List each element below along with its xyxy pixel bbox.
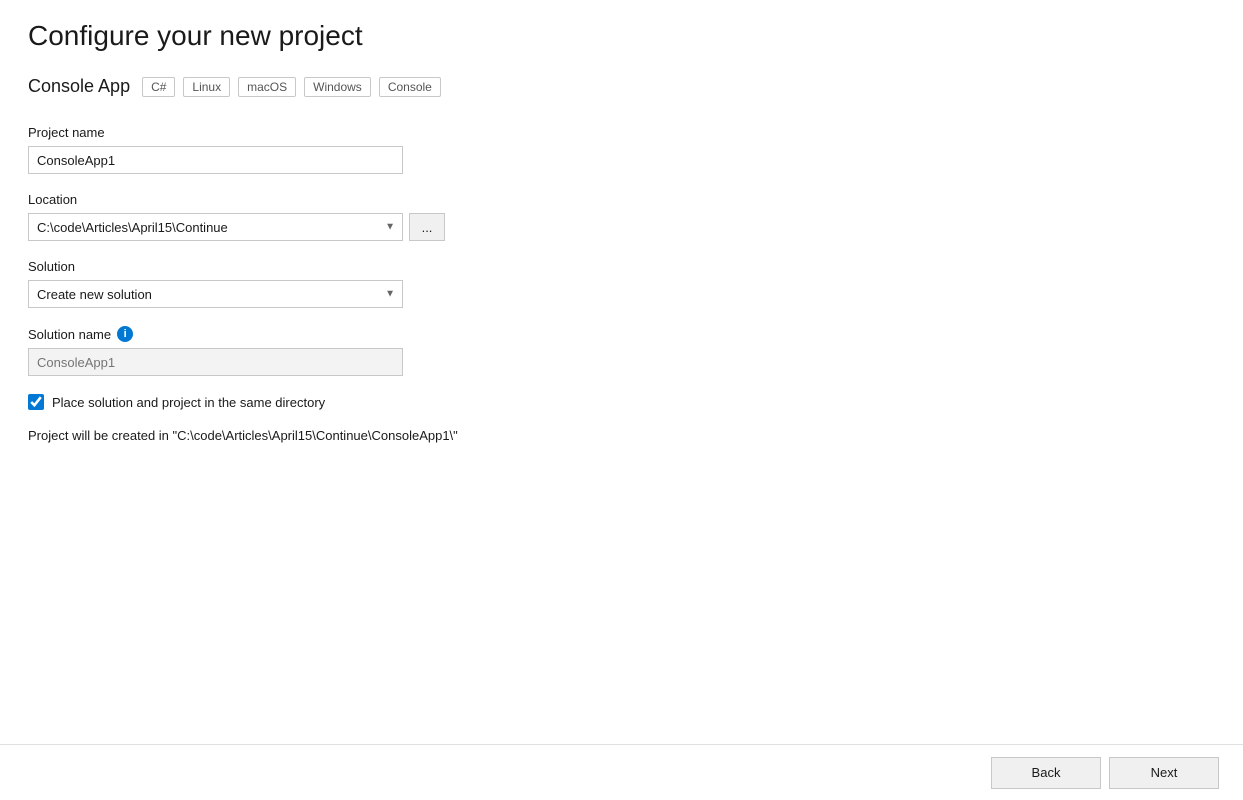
next-button[interactable]: Next — [1109, 757, 1219, 789]
tag-linux: Linux — [183, 77, 230, 97]
back-button[interactable]: Back — [991, 757, 1101, 789]
bottom-bar: Back Next — [0, 744, 1243, 800]
page-title: Configure your new project — [28, 20, 1215, 52]
project-name-input[interactable] — [28, 146, 403, 174]
same-directory-row: Place solution and project in the same d… — [28, 394, 1215, 410]
solution-name-input[interactable] — [28, 348, 403, 376]
tag-macos: macOS — [238, 77, 296, 97]
project-name-section: Project name — [28, 125, 1215, 174]
solution-select[interactable]: Create new solutionAdd to solution — [28, 280, 403, 308]
app-type-name: Console App — [28, 76, 130, 97]
main-container: Configure your new project Console App C… — [0, 0, 1243, 800]
browse-button[interactable]: ... — [409, 213, 445, 241]
same-directory-label[interactable]: Place solution and project in the same d… — [52, 395, 325, 410]
solution-name-info-icon[interactable]: i — [117, 326, 133, 342]
location-label: Location — [28, 192, 1215, 207]
project-path-info: Project will be created in "C:\code\Arti… — [28, 428, 1215, 443]
solution-label: Solution — [28, 259, 1215, 274]
solution-name-label: Solution name i — [28, 326, 1215, 342]
location-row: C:\code\Articles\April15\Continue ▼ ... — [28, 213, 1215, 241]
tag-csharp: C# — [142, 77, 175, 97]
tag-windows: Windows — [304, 77, 371, 97]
location-select[interactable]: C:\code\Articles\April15\Continue — [28, 213, 403, 241]
app-type-row: Console App C# Linux macOS Windows Conso… — [28, 76, 1215, 97]
project-name-label: Project name — [28, 125, 1215, 140]
solution-section: Solution Create new solutionAdd to solut… — [28, 259, 1215, 308]
location-select-wrapper: C:\code\Articles\April15\Continue ▼ — [28, 213, 403, 241]
solution-select-wrapper: Create new solutionAdd to solution ▼ — [28, 280, 403, 308]
solution-name-section: Solution name i — [28, 326, 1215, 376]
location-section: Location C:\code\Articles\April15\Contin… — [28, 192, 1215, 241]
same-directory-checkbox[interactable] — [28, 394, 44, 410]
tag-console: Console — [379, 77, 441, 97]
